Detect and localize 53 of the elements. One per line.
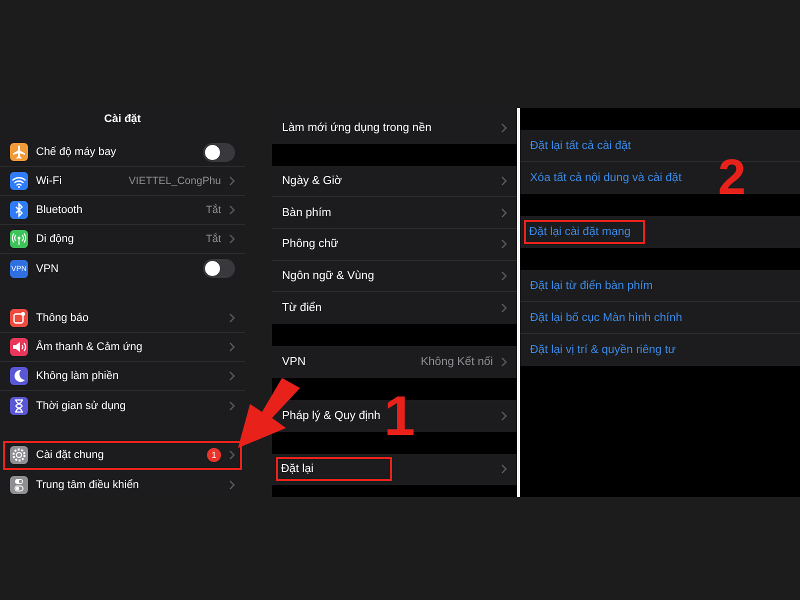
- notification-badge: 1: [207, 448, 221, 462]
- setting-label[interactable]: Âm thanh & Cảm ứng: [36, 341, 142, 353]
- setting-label[interactable]: Phông chữ: [282, 238, 338, 250]
- chevron-icon: [501, 356, 507, 367]
- chevron-icon: [229, 480, 235, 490]
- setting-label[interactable]: Làm mới ứng dụng trong nền: [282, 122, 432, 134]
- setting-label[interactable]: Bluetooth: [36, 204, 82, 216]
- chevron-icon: [229, 342, 235, 352]
- chevron-icon: [229, 450, 235, 460]
- toggle-switch[interactable]: [203, 142, 235, 162]
- chevron-icon: [501, 303, 507, 314]
- setting-label[interactable]: Di động: [36, 233, 74, 245]
- reset-option[interactable]: Đặt lại từ điển bàn phím: [530, 280, 653, 292]
- chevron-icon: [229, 400, 235, 410]
- chevron-icon: [501, 239, 507, 250]
- chevron-icon: [229, 313, 235, 323]
- setting-label[interactable]: Ngày & Giờ: [282, 175, 342, 188]
- chevron-icon: [229, 205, 235, 215]
- setting-label[interactable]: Cài đặt chung: [36, 449, 104, 461]
- setting-value: Không Kết nối: [420, 356, 493, 368]
- setting-label[interactable]: Bàn phím: [282, 206, 332, 219]
- setting-label[interactable]: VPN: [36, 262, 59, 274]
- reset-option[interactable]: Đặt lại vị trí & quyền riêng tư: [530, 344, 676, 356]
- chevron-icon: [501, 410, 507, 421]
- chevron-icon: [229, 371, 235, 381]
- chevron-icon: [501, 176, 507, 186]
- setting-label[interactable]: Chế độ máy bay: [36, 146, 116, 158]
- reset-option[interactable]: Xóa tất cả nội dung và cài đặt: [530, 172, 682, 184]
- setting-label[interactable]: Thông báo: [36, 312, 89, 324]
- chevron-icon: [229, 234, 235, 244]
- chevron-icon: [229, 176, 235, 186]
- setting-value: Tắt: [206, 233, 221, 245]
- setting-label[interactable]: Từ điển: [282, 302, 322, 314]
- setting-label[interactable]: Không làm phiền: [36, 370, 119, 382]
- setting-label[interactable]: Thời gian sử dụng: [36, 400, 126, 412]
- setting-value: VIETTEL_CongPhu: [128, 175, 221, 187]
- step-number: 2: [718, 152, 746, 202]
- setting-label[interactable]: Pháp lý & Quy định: [282, 410, 380, 422]
- setting-label[interactable]: VPN: [282, 356, 306, 368]
- reset-option[interactable]: Đặt lại cài đặt mạng: [524, 220, 645, 244]
- setting-value: Tắt: [206, 204, 221, 216]
- chevron-icon: [501, 271, 507, 282]
- reset-option[interactable]: Đặt lại tất cả cài đặt: [530, 140, 631, 152]
- toggle-switch[interactable]: [203, 259, 235, 278]
- chevron-icon: [501, 208, 507, 218]
- reset-option[interactable]: Đặt lại bố cục Màn hình chính: [530, 312, 682, 324]
- setting-label[interactable]: Trung tâm điều khiển: [36, 478, 139, 490]
- setting-label[interactable]: Wi-Fi: [36, 175, 62, 187]
- chevron-icon: [501, 122, 507, 133]
- setting-label[interactable]: Đặt lại: [276, 457, 392, 482]
- setting-label[interactable]: Ngôn ngữ & Vùng: [282, 270, 374, 282]
- step-number: 1: [384, 388, 416, 444]
- chevron-icon: [501, 464, 507, 474]
